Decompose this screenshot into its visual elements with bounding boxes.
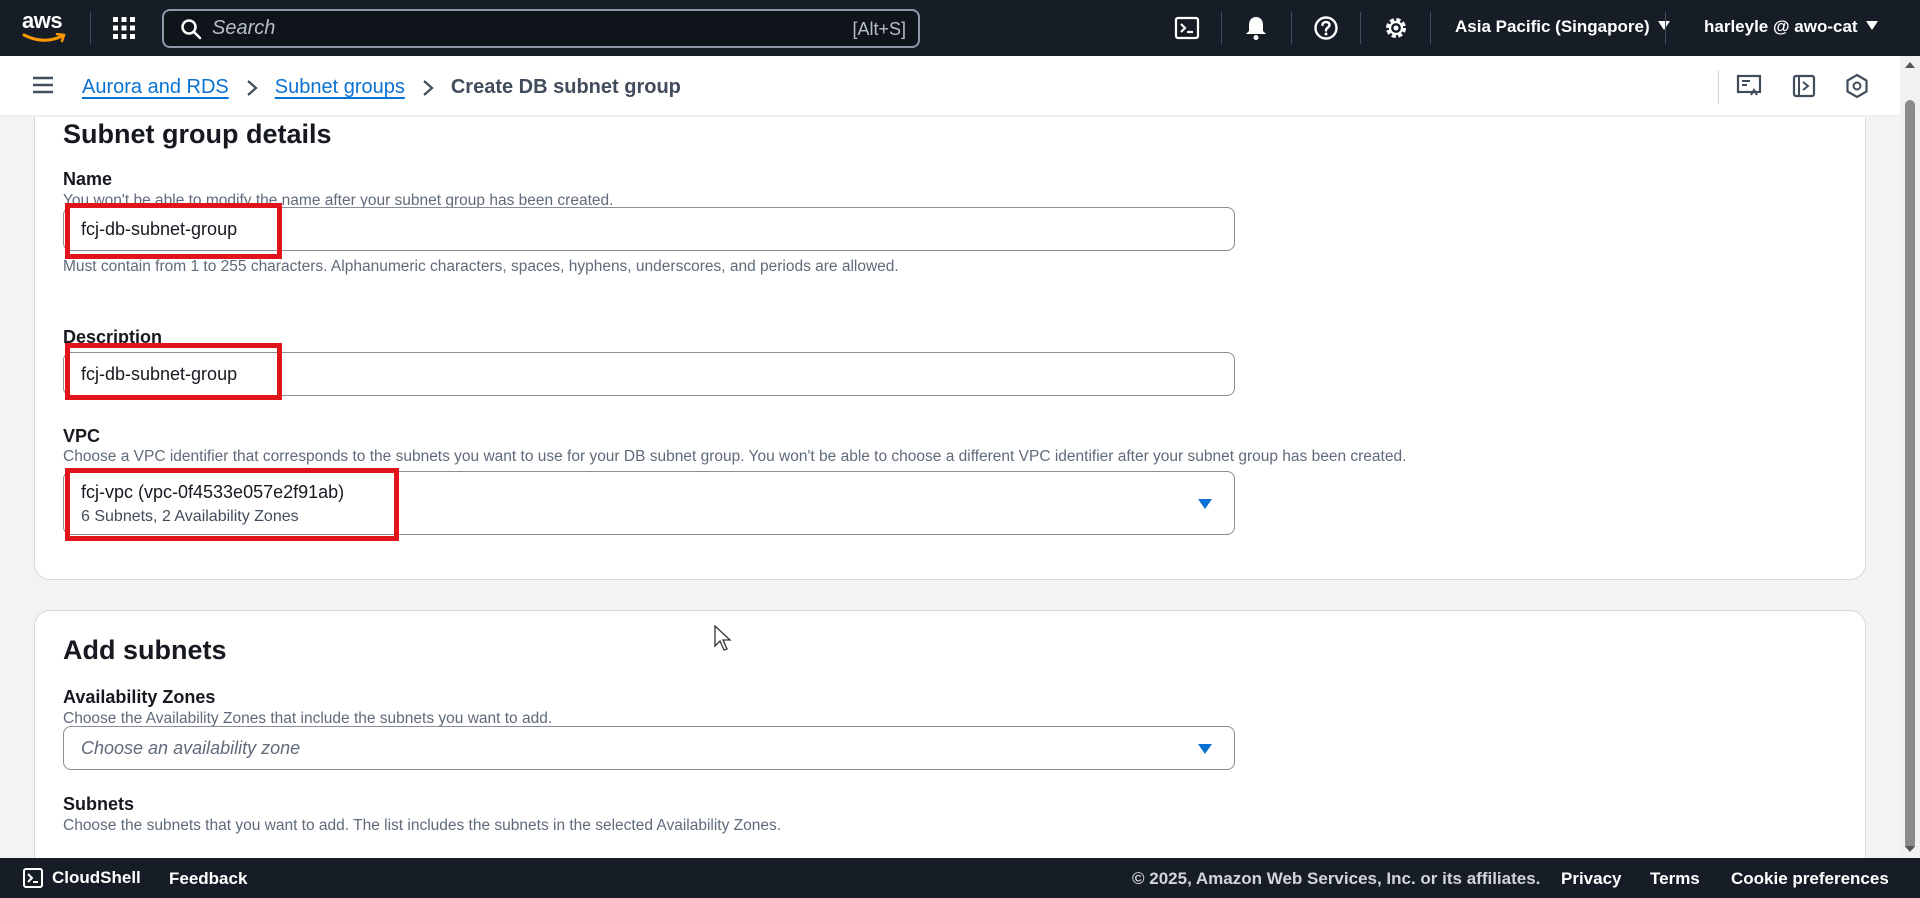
aws-logo-text: aws bbox=[22, 8, 63, 33]
nav-separator bbox=[1360, 12, 1361, 44]
subnets-description: Choose the subnets that you want to add.… bbox=[63, 817, 782, 834]
search-placeholder: Search bbox=[212, 17, 276, 39]
info-panel-icon[interactable] bbox=[1791, 73, 1817, 99]
breadcrumb: Aurora and RDS Subnet groups Create DB s… bbox=[82, 76, 681, 99]
name-highlight-box bbox=[65, 203, 282, 259]
name-label: Name bbox=[63, 169, 113, 189]
toolbar-separator bbox=[1718, 70, 1719, 104]
help-icon[interactable] bbox=[1312, 14, 1340, 42]
privacy-link[interactable]: Privacy bbox=[1561, 869, 1622, 889]
subnets-label: Subnets bbox=[63, 794, 135, 814]
cookie-preferences-link[interactable]: Cookie preferences bbox=[1731, 869, 1889, 889]
breadcrumb-aurora-rds[interactable]: Aurora and RDS bbox=[82, 76, 229, 99]
feedback-link[interactable]: Feedback bbox=[169, 869, 247, 889]
menu-hamburger-icon[interactable] bbox=[32, 76, 54, 94]
account-label: harleyle @ awo-cat bbox=[1704, 17, 1858, 36]
scrollbar-thumb[interactable] bbox=[1905, 100, 1915, 850]
copyright-text: © 2025, Amazon Web Services, Inc. or its… bbox=[1132, 869, 1541, 888]
search-shortcut: [Alt+S] bbox=[852, 19, 906, 39]
chevron-right-icon bbox=[247, 79, 258, 96]
scroll-down-arrow-icon[interactable] bbox=[1905, 846, 1915, 852]
nav-separator bbox=[1665, 12, 1666, 44]
nav-separator bbox=[1291, 12, 1292, 44]
services-grid-icon[interactable] bbox=[112, 16, 136, 40]
nav-separator bbox=[90, 12, 91, 44]
notifications-bell-icon[interactable] bbox=[1242, 14, 1270, 42]
settings-gear-icon[interactable] bbox=[1382, 14, 1410, 42]
availability-zone-select[interactable]: Choose an availability zone bbox=[63, 726, 1235, 770]
cloudshell-button[interactable]: CloudShell bbox=[22, 867, 141, 889]
caret-down-icon bbox=[1198, 499, 1212, 509]
subnet-group-details-title: Subnet group details bbox=[63, 119, 332, 149]
search-input[interactable]: Search [Alt+S] bbox=[162, 9, 920, 48]
vpc-description: Choose a VPC identifier that corresponds… bbox=[63, 448, 1407, 465]
hexagon-settings-icon[interactable] bbox=[1844, 73, 1870, 99]
terms-link[interactable]: Terms bbox=[1650, 869, 1700, 889]
top-navigation: aws Search [Alt+S] Asia Pacific (Singapo… bbox=[0, 0, 1920, 56]
caret-down-icon bbox=[1198, 744, 1212, 754]
add-subnets-title: Add subnets bbox=[63, 635, 227, 665]
mouse-cursor-icon bbox=[714, 625, 732, 651]
cloudshell-label: CloudShell bbox=[52, 868, 141, 887]
region-selector[interactable]: Asia Pacific (Singapore) bbox=[1455, 17, 1670, 37]
aws-logo[interactable]: aws bbox=[22, 10, 70, 46]
cloudshell-icon[interactable] bbox=[1173, 14, 1201, 42]
vpc-label: VPC bbox=[63, 426, 101, 446]
breadcrumb-bar: Aurora and RDS Subnet groups Create DB s… bbox=[0, 56, 1900, 116]
breadcrumb-current: Create DB subnet group bbox=[450, 76, 681, 98]
aws-smile-icon bbox=[22, 32, 66, 43]
scroll-up-arrow-icon[interactable] bbox=[1905, 62, 1915, 68]
region-label: Asia Pacific (Singapore) bbox=[1455, 17, 1650, 36]
chevron-right-icon bbox=[423, 79, 434, 96]
breadcrumb-subnet-groups[interactable]: Subnet groups bbox=[275, 76, 405, 99]
availability-zones-label: Availability Zones bbox=[63, 687, 216, 707]
feedback-panel-icon[interactable] bbox=[1736, 73, 1762, 99]
cloudshell-icon bbox=[23, 868, 43, 888]
page-scrollbar[interactable] bbox=[1900, 56, 1920, 858]
vpc-highlight-box bbox=[65, 468, 399, 541]
search-icon bbox=[181, 18, 202, 39]
name-constraint: Must contain from 1 to 255 characters. A… bbox=[63, 258, 899, 275]
footer: CloudShell Feedback © 2025, Amazon Web S… bbox=[0, 858, 1920, 898]
account-menu[interactable]: harleyle @ awo-cat bbox=[1704, 17, 1878, 37]
region-caret-icon bbox=[1657, 21, 1670, 30]
add-subnets-card: Add subnets Availability Zones Choose th… bbox=[34, 610, 1866, 858]
subnet-group-details-card: Subnet group details Name You won't be a… bbox=[34, 117, 1866, 580]
description-highlight-box bbox=[65, 343, 282, 400]
account-caret-icon bbox=[1865, 21, 1878, 30]
availability-zone-placeholder: Choose an availability zone bbox=[81, 738, 301, 758]
nav-separator bbox=[1221, 12, 1222, 44]
nav-separator bbox=[1430, 12, 1431, 44]
main-content: Subnet group details Name You won't be a… bbox=[0, 117, 1900, 858]
